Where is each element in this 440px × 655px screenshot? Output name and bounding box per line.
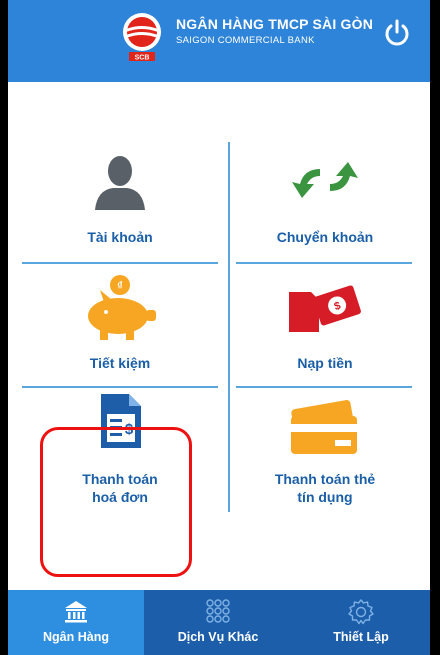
bank-name: NGÂN HÀNG TMCP SÀI GÒN bbox=[176, 16, 374, 32]
scb-logo-icon: SCB bbox=[123, 13, 161, 62]
menu-grid: Tài khoản Chuyển khoản ₫ Tiết kiệm $ Nạp… bbox=[8, 82, 430, 590]
bottom-tab-bar: Ngân Hàng Dịch Vụ Khác Thiết Lập bbox=[8, 590, 430, 655]
gear-icon bbox=[348, 599, 374, 625]
bill-payment-label-line2: hoá đơn bbox=[92, 489, 148, 505]
svg-text:$: $ bbox=[125, 421, 134, 438]
transfer-label: Chuyển khoản bbox=[276, 229, 374, 245]
bill-payment-label-line1: Thanh toán bbox=[82, 471, 158, 487]
tab-ngan-hang-label: Ngân Hàng bbox=[43, 630, 109, 644]
tab-thiet-lap-label: Thiết Lập bbox=[333, 630, 389, 644]
horizontal-divider bbox=[236, 386, 412, 388]
horizontal-divider bbox=[22, 262, 218, 264]
transfer-tile[interactable]: Chuyển khoản bbox=[234, 142, 416, 262]
cash-topup-icon: $ bbox=[289, 285, 361, 332]
tab-dich-vu-khac[interactable]: Dịch Vụ Khác bbox=[144, 590, 292, 655]
tab-thiet-lap[interactable]: Thiết Lập bbox=[292, 590, 430, 655]
piggy-bank-icon: ₫ bbox=[88, 275, 156, 340]
credit-card-icon bbox=[291, 400, 357, 454]
topup-tile[interactable]: $ Nạp tiền bbox=[234, 266, 416, 384]
transfer-arrows-icon bbox=[292, 162, 358, 198]
tab-ngan-hang[interactable]: Ngân Hàng bbox=[8, 590, 144, 655]
app-header: SCB NGÂN HÀNG TMCP SÀI GÒN SAIGON COMMER… bbox=[8, 0, 430, 82]
savings-label: Tiết kiệm bbox=[89, 355, 151, 371]
phone-screen: SCB NGÂN HÀNG TMCP SÀI GÒN SAIGON COMMER… bbox=[8, 0, 430, 655]
account-label: Tài khoản bbox=[87, 229, 153, 245]
credit-card-payment-tile[interactable]: Thanh toán thẻ tín dụng bbox=[234, 390, 416, 530]
power-icon[interactable] bbox=[382, 18, 412, 48]
bank-subtitle: SAIGON COMMERCIAL BANK bbox=[176, 35, 315, 46]
tab-dich-vu-khac-label: Dịch Vụ Khác bbox=[177, 630, 259, 644]
vertical-divider bbox=[228, 142, 230, 512]
bill-document-icon: $ bbox=[101, 394, 141, 448]
account-tile[interactable]: Tài khoản bbox=[22, 142, 218, 262]
credit-card-payment-label-line2: tín dụng bbox=[297, 489, 353, 505]
bank-building-icon bbox=[65, 601, 87, 623]
svg-text:₫: ₫ bbox=[117, 280, 123, 292]
horizontal-divider bbox=[236, 262, 412, 264]
horizontal-divider bbox=[22, 386, 218, 388]
savings-tile[interactable]: ₫ Tiết kiệm bbox=[22, 266, 218, 384]
logo-text: SCB bbox=[135, 55, 150, 62]
credit-card-payment-label-line1: Thanh toán thẻ bbox=[274, 471, 376, 487]
bill-payment-tile[interactable]: $ Thanh toán hoá đơn bbox=[22, 390, 218, 530]
topup-label: Nạp tiền bbox=[297, 355, 353, 371]
grid-dots-icon bbox=[206, 599, 230, 623]
user-icon bbox=[95, 156, 145, 210]
